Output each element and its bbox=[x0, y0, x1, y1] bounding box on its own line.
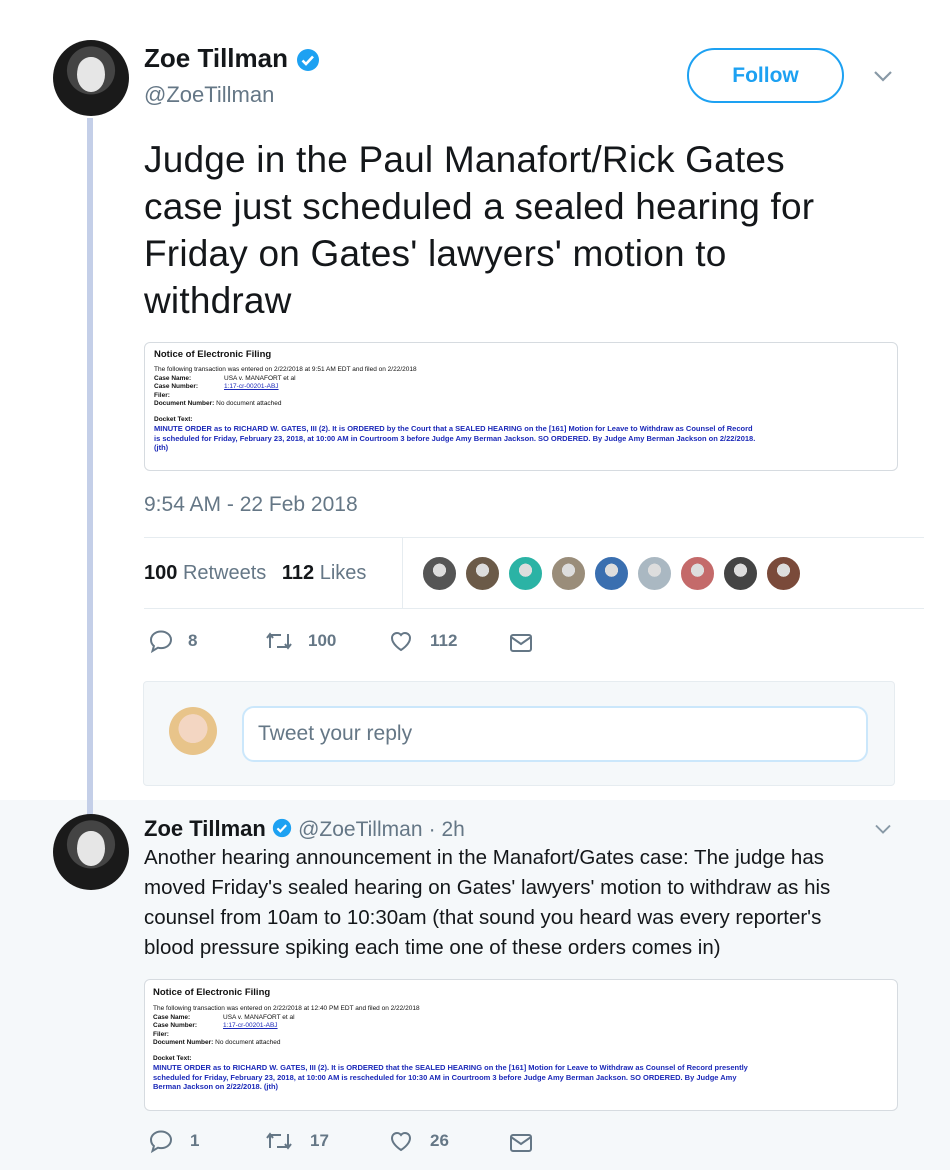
liker-avatar[interactable] bbox=[593, 555, 630, 592]
liker-avatar[interactable] bbox=[636, 555, 673, 592]
tweet-text: Judge in the Paul Manafort/Rick Gates ca… bbox=[144, 139, 815, 321]
liker-avatar[interactable] bbox=[765, 555, 802, 592]
thread-line bbox=[87, 786, 93, 814]
filing-transaction: The following transaction was entered on… bbox=[153, 1005, 420, 1012]
chevron-down-icon[interactable] bbox=[873, 822, 893, 836]
case-number-link: 1:17-cr-00201-ABJ bbox=[223, 1022, 278, 1029]
docket-text: MINUTE ORDER as to RICHARD W. GATES, III… bbox=[153, 1063, 748, 1091]
like-action[interactable]: 112 bbox=[388, 628, 457, 654]
liker-avatar[interactable] bbox=[722, 555, 759, 592]
document-number-label: Document Number: bbox=[154, 400, 215, 407]
divider bbox=[144, 608, 924, 609]
case-name-label: Case Name: bbox=[153, 1013, 191, 1021]
retweet-stat[interactable]: 100 Retweets bbox=[144, 562, 266, 584]
reply-action[interactable]: 8 bbox=[148, 628, 197, 654]
reply-action[interactable]: 1 bbox=[148, 1128, 199, 1154]
reply-input[interactable]: Tweet your reply bbox=[242, 706, 868, 762]
current-user-avatar bbox=[169, 707, 217, 755]
follow-button[interactable]: Follow bbox=[687, 48, 844, 103]
liker-avatar[interactable] bbox=[550, 555, 587, 592]
document-number-label: Document Number: bbox=[153, 1039, 214, 1046]
retweet-action[interactable]: 17 bbox=[264, 1128, 329, 1154]
filing-transaction: The following transaction was entered on… bbox=[154, 366, 417, 373]
author-avatar[interactable] bbox=[53, 40, 129, 116]
filer-label: Filer: bbox=[153, 1030, 169, 1038]
author-name[interactable]: Zoe Tillman bbox=[144, 43, 288, 73]
filing-title: Notice of Electronic Filing bbox=[153, 987, 271, 998]
document-number: No document attached bbox=[215, 1039, 281, 1046]
docket-text-label: Docket Text: bbox=[153, 1054, 192, 1062]
reply-author-name[interactable]: Zoe Tillman bbox=[144, 816, 266, 841]
case-number-link: 1:17-cr-00201-ABJ bbox=[224, 383, 279, 390]
liker-avatar[interactable] bbox=[679, 555, 716, 592]
author-handle[interactable]: @ZoeTillman bbox=[144, 82, 274, 108]
divider bbox=[402, 538, 403, 608]
reply-icon bbox=[149, 630, 173, 654]
retweet-icon bbox=[266, 632, 292, 650]
docket-text-label: Docket Text: bbox=[154, 415, 193, 423]
reply-tweet-text: Another hearing announcement in the Mana… bbox=[144, 846, 831, 959]
like-stat[interactable]: 112 Likes bbox=[282, 562, 367, 584]
thread-line bbox=[87, 118, 93, 813]
reply-author-handle[interactable]: @ZoeTillman bbox=[298, 818, 422, 841]
case-name: USA v. MANAFORT et al bbox=[224, 374, 296, 382]
divider bbox=[144, 537, 924, 538]
message-icon[interactable] bbox=[509, 632, 533, 654]
heart-icon bbox=[390, 632, 412, 652]
document-number: No document attached bbox=[216, 400, 282, 407]
docket-text: MINUTE ORDER as to RICHARD W. GATES, III… bbox=[154, 424, 756, 452]
filing-image[interactable]: Notice of Electronic Filing The followin… bbox=[144, 342, 898, 471]
reply-time[interactable]: · 2h bbox=[429, 818, 465, 841]
chevron-down-icon[interactable] bbox=[872, 68, 894, 84]
retweet-icon bbox=[266, 1132, 292, 1150]
filing-title: Notice of Electronic Filing bbox=[154, 349, 272, 360]
liker-avatar[interactable] bbox=[464, 555, 501, 592]
case-number-label: Case Number: bbox=[154, 383, 199, 390]
liker-avatar[interactable] bbox=[421, 555, 458, 592]
retweet-action[interactable]: 100 bbox=[264, 628, 336, 654]
reply-icon bbox=[149, 1130, 173, 1154]
liker-avatar[interactable] bbox=[507, 555, 544, 592]
tweet-timestamp[interactable]: 9:54 AM - 22 Feb 2018 bbox=[144, 493, 358, 517]
verified-badge-icon bbox=[272, 819, 292, 838]
verified-badge-icon bbox=[297, 48, 320, 71]
like-action[interactable]: 26 bbox=[388, 1128, 449, 1154]
filer-label: Filer: bbox=[154, 391, 170, 399]
reply-placeholder: Tweet your reply bbox=[258, 722, 413, 745]
heart-icon bbox=[390, 1132, 412, 1152]
reply-filing-image[interactable]: Notice of Electronic Filing The followin… bbox=[144, 979, 898, 1111]
case-number-label: Case Number: bbox=[153, 1022, 198, 1029]
case-name-label: Case Name: bbox=[154, 374, 192, 382]
reply-author-avatar[interactable] bbox=[53, 814, 129, 890]
case-name: USA v. MANAFORT et al bbox=[223, 1013, 295, 1021]
message-icon[interactable] bbox=[509, 1132, 533, 1154]
